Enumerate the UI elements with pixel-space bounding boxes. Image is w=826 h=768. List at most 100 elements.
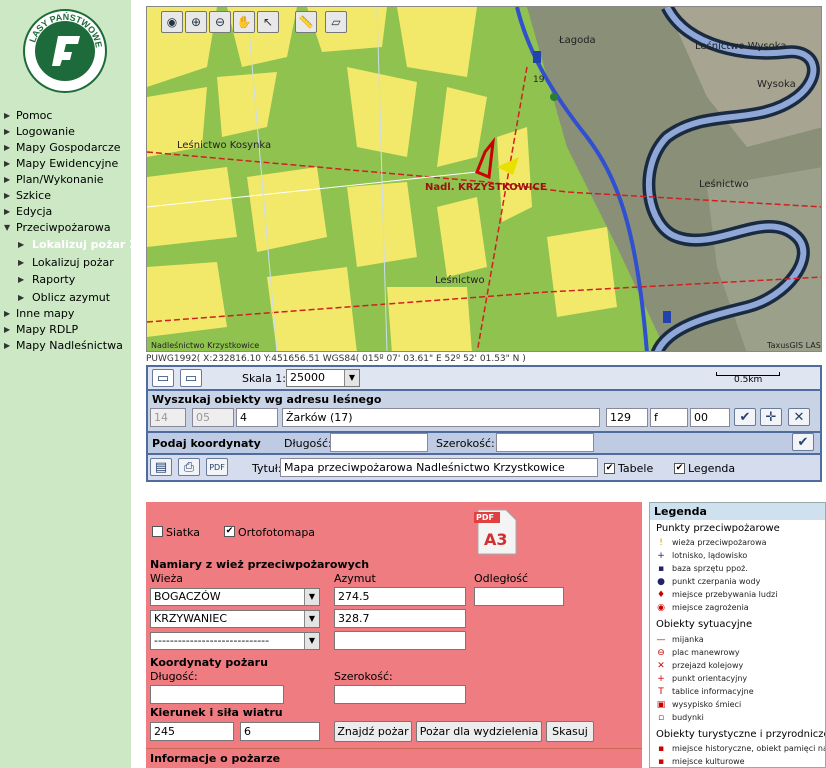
tower-select-2[interactable]: KRZYWANIEC ▼ xyxy=(150,610,320,628)
odleglosc-label: Odległość xyxy=(474,572,529,585)
wieza-label: Wieża xyxy=(150,572,183,585)
pdf-a3-icon[interactable]: PDF A3 xyxy=(474,508,520,556)
lasy-panstwowe-logo[interactable]: LASY PAŃSTWOWE xyxy=(22,8,108,94)
dlugosc-input[interactable] xyxy=(330,433,428,452)
nav-label: Raporty xyxy=(32,273,76,286)
search-title: Wyszukaj obiekty wg adresu leśnego xyxy=(152,393,382,406)
clear-button[interactable]: Skasuj xyxy=(546,721,594,742)
pdf-icon[interactable]: PDF xyxy=(206,458,228,476)
print-icon[interactable]: ⎙ xyxy=(178,458,200,476)
fire-dlugosc-input[interactable] xyxy=(150,685,284,704)
siatka-checkbox[interactable] xyxy=(152,526,163,537)
zoom-out-icon[interactable]: ⊖ xyxy=(209,11,231,33)
addr-field-7[interactable]: 00 xyxy=(690,408,730,427)
nav-item-inne-mapy[interactable]: ▶ Inne mapy xyxy=(0,306,131,322)
view-large-icon[interactable]: ▭ xyxy=(180,369,202,387)
map-label-lesnictwo-kosynka: Leśnictwo Kosynka xyxy=(177,140,272,151)
map-canvas[interactable]: ◉ ⊕ ⊖ ✋ ↖ 📏 ▱ Łagoda Leśnictwo Wysoka Wy… xyxy=(146,6,822,352)
fire-for-division-button[interactable]: Pożar dla wydzielenia xyxy=(416,721,542,742)
azymut-label: Azymut xyxy=(334,572,376,585)
nav-label: Mapy RDLP xyxy=(16,323,79,336)
nav-label: Mapy Gospodarcze xyxy=(16,141,121,154)
nav-item-szkice[interactable]: ▶ Szkice xyxy=(0,188,131,204)
wind-strength-input[interactable]: 6 xyxy=(240,722,320,741)
zoom-in-icon[interactable]: ⊕ xyxy=(185,11,207,33)
azimuth-input-3[interactable] xyxy=(334,631,466,650)
tabele-label: Tabele xyxy=(618,462,654,475)
distance-input-1[interactable] xyxy=(474,587,564,606)
chevron-right-icon: ▶ xyxy=(4,341,11,350)
area-icon[interactable]: ▱ xyxy=(325,11,347,33)
tower-3-value: ----------------------------- xyxy=(154,634,270,647)
nav-item-mapy-rdlp[interactable]: ▶ Mapy RDLP xyxy=(0,322,131,338)
view-small-icon[interactable]: ▭ xyxy=(152,369,174,387)
find-fire-button[interactable]: Znajdź pożar xyxy=(334,721,412,742)
nav-item-mapy-nadlesnictwa[interactable]: ▶ Mapy Nadleśnictwa xyxy=(0,338,131,354)
chevron-down-icon: ▼ xyxy=(4,223,11,232)
map-copyright: TaxusGIS LAS xyxy=(767,341,821,350)
legenda-label: Legenda xyxy=(688,462,736,475)
ortofotomapa-checkbox[interactable]: ✔ xyxy=(224,526,235,537)
legenda-checkbox[interactable]: ✔ xyxy=(674,463,685,474)
addr-field-2[interactable]: 05 xyxy=(192,408,234,427)
addr-field-3[interactable]: 4 xyxy=(236,408,278,427)
legend-item: wieża przeciwpożarowa xyxy=(672,538,767,547)
scale-select[interactable]: 25000 ▼ xyxy=(286,369,360,387)
globe-icon[interactable]: ◉ xyxy=(161,11,183,33)
coordinates-row: Podaj koordynaty Długość: Szerokość: ✔ xyxy=(148,433,820,453)
nav-label: Logowanie xyxy=(16,125,75,138)
chevron-right-icon: ▶ xyxy=(4,175,11,184)
historic-site-icon: ▪ xyxy=(657,744,665,754)
nav-item-plan-wykonanie[interactable]: ▶ Plan/Wykonanie xyxy=(0,172,131,188)
tower-select-3[interactable]: ----------------------------- ▼ xyxy=(150,632,320,650)
chevron-right-icon: ▶ xyxy=(18,292,25,302)
nav-item-edycja[interactable]: ▶ Edycja xyxy=(0,204,131,220)
tytul-input[interactable]: Mapa przeciwpożarowa Nadleśnictwo Krzyst… xyxy=(280,458,598,477)
koordynaty-title: Koordynaty pożaru xyxy=(150,656,268,669)
nav-item-pomoc[interactable]: ▶ Pomoc xyxy=(0,108,131,124)
namiary-title: Namiary z wież przeciwpożarowych xyxy=(150,558,370,571)
map-label-road-19: 19 xyxy=(533,75,545,85)
legend-item: budynki xyxy=(672,713,704,722)
pointer-icon[interactable]: ↖ xyxy=(257,11,279,33)
nav-label: Pomoc xyxy=(16,109,53,122)
nav-item-przeciwpozarowa[interactable]: ▼ Przeciwpożarowa xyxy=(0,220,131,236)
coord-confirm-check-icon[interactable]: ✔ xyxy=(792,433,814,451)
close-x-icon[interactable]: ✕ xyxy=(788,408,810,426)
addr-field-6[interactable]: f xyxy=(650,408,688,427)
building-icon: ▫ xyxy=(657,713,665,723)
tabele-checkbox[interactable]: ✔ xyxy=(604,463,615,474)
tower-select-1[interactable]: BOGACZÓW ▼ xyxy=(150,588,320,606)
maneuver-area-icon: ⊖ xyxy=(657,648,665,658)
nav-subitem-lokalizuj-pozar-2[interactable]: ▶ Lokalizuj pożar 2 xyxy=(0,236,137,254)
nav-label: Edycja xyxy=(16,205,53,218)
legend-item: przejazd kolejowy xyxy=(672,661,744,670)
water-point-icon: ● xyxy=(657,577,665,587)
wind-direction-input[interactable]: 245 xyxy=(150,722,234,741)
szerokosc-input[interactable] xyxy=(496,433,594,452)
nav-item-mapy-gospodarcze[interactable]: ▶ Mapy Gospodarcze xyxy=(0,140,131,156)
legend-item: tablice informacyjne xyxy=(672,687,754,696)
fire-locator-form: Siatka ✔ Ortofotomapa PDF A3 Namiary z w… xyxy=(146,502,642,768)
azimuth-input-1[interactable]: 274.5 xyxy=(334,587,466,606)
tytul-label: Tytuł: xyxy=(252,462,282,475)
nav-subitem-lokalizuj-pozar[interactable]: ▶ Lokalizuj pożar xyxy=(0,254,131,272)
pan-hand-icon[interactable]: ✋ xyxy=(233,11,255,33)
nav-subitem-raporty[interactable]: ▶ Raporty xyxy=(0,271,131,289)
fire-szerokosc-input[interactable] xyxy=(334,685,466,704)
nav-item-logowanie[interactable]: ▶ Logowanie xyxy=(0,124,131,140)
folder-icon[interactable]: ▤ xyxy=(150,458,172,476)
azimuth-input-2[interactable]: 328.7 xyxy=(334,609,466,628)
legend-item: punkt orientacyjny xyxy=(672,674,748,683)
ruler-icon[interactable]: 📏 xyxy=(295,11,317,33)
addr-field-1[interactable]: 14 xyxy=(150,408,186,427)
chevron-right-icon: ▶ xyxy=(4,111,11,120)
addr-field-4[interactable]: Żarków (17) xyxy=(282,408,600,427)
addr-field-5[interactable]: 129 xyxy=(606,408,648,427)
confirm-check-icon[interactable]: ✔ xyxy=(734,408,756,426)
nav-item-mapy-ewidencyjne[interactable]: ▶ Mapy Ewidencyjne xyxy=(0,156,131,172)
center-target-icon[interactable]: ✛ xyxy=(760,408,782,426)
coordinates-readout: PUWG1992( X:232816.10 Y:451656.51 WGS84(… xyxy=(146,354,526,364)
nav-subitem-oblicz-azymut[interactable]: ▶ Oblicz azymut xyxy=(0,289,131,307)
chevron-right-icon: ▶ xyxy=(4,143,11,152)
